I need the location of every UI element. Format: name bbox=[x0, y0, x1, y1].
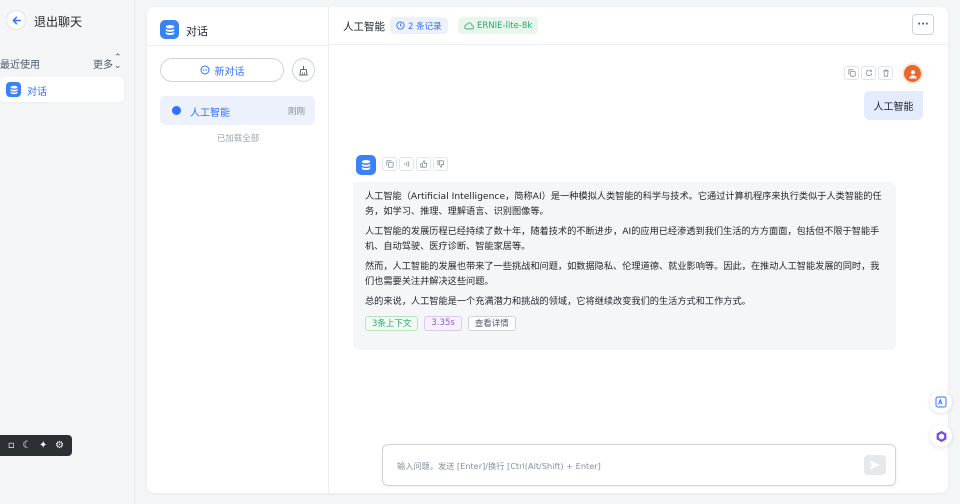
chat-item-name: 人工智能 bbox=[190, 108, 230, 119]
ai-paragraph: 总的来说，人工智能是一个充满潜力和挑战的领域，它将继续改变我们的生活方式和工作方… bbox=[365, 296, 751, 307]
ai-message-actions bbox=[382, 157, 448, 171]
conversation-panel: 人工智能 2 条记录 ERNIE-lite-8k ··· 人工智能 人工智能（A… bbox=[329, 7, 948, 493]
database-icon bbox=[160, 20, 179, 39]
floating-toolbar: ▫ ☾ ✦ ⚙ bbox=[0, 435, 72, 456]
copy-button[interactable] bbox=[844, 66, 859, 80]
like-button[interactable] bbox=[416, 157, 431, 171]
recent-label: 最近使用 bbox=[0, 60, 40, 71]
copy-button[interactable] bbox=[382, 157, 397, 171]
ai-paragraph: 然而，人工智能的发展也带来了一些挑战和问题，如数据隐私、伦理道德、就业影响等。因… bbox=[365, 261, 880, 287]
send-button[interactable] bbox=[864, 455, 886, 475]
chat-list-title: 对话 bbox=[186, 25, 208, 38]
database-icon bbox=[6, 82, 21, 97]
main-card: 对话 新对话 人工智能 刚刚 已加载全部 人工智能 2 条记录 ERNIE-li… bbox=[147, 7, 948, 493]
chat-bubble-icon bbox=[200, 65, 209, 75]
ai-avatar bbox=[356, 155, 376, 175]
loaded-all-text: 已加载全部 bbox=[216, 134, 260, 144]
arrow-left-icon bbox=[12, 16, 21, 24]
broom-icon bbox=[299, 65, 308, 76]
refresh-icon bbox=[865, 69, 872, 77]
model-badge: ERNIE-lite-8k bbox=[458, 17, 539, 34]
cloud-icon bbox=[464, 21, 474, 29]
user-avatar bbox=[902, 63, 923, 84]
model-badge-label: ERNIE-lite-8k bbox=[477, 20, 533, 31]
gear-icon[interactable]: ⚙ bbox=[55, 440, 64, 451]
dislike-button[interactable] bbox=[433, 157, 448, 171]
trash-icon bbox=[882, 69, 889, 77]
translate-float-button[interactable] bbox=[930, 391, 952, 413]
context-tag[interactable]: 3条上下文 bbox=[365, 315, 419, 331]
conversation-title: 人工智能 bbox=[343, 21, 385, 33]
chat-dot-icon bbox=[172, 106, 181, 115]
database-icon bbox=[361, 159, 371, 171]
ellipsis-icon: ··· bbox=[917, 19, 929, 30]
thumbs-up-icon bbox=[419, 160, 427, 168]
sort-caret-icon[interactable]: ⌃ ⌄ bbox=[114, 54, 122, 71]
user-message-bubble: 人工智能 bbox=[864, 91, 923, 120]
delete-button[interactable] bbox=[878, 66, 893, 80]
ai-message-bubble: 人工智能（Artificial Intelligence，简称AI）是一种模拟人… bbox=[353, 182, 896, 350]
user-message-actions bbox=[844, 66, 893, 80]
new-chat-label: 新对话 bbox=[214, 66, 245, 78]
back-button[interactable] bbox=[6, 10, 26, 30]
copy-icon bbox=[385, 160, 394, 168]
copy-icon bbox=[847, 69, 856, 77]
view-details-button[interactable]: 查看详情 bbox=[467, 315, 516, 331]
send-icon bbox=[870, 460, 880, 470]
duration-tag: 3.35s bbox=[424, 315, 462, 331]
back-title[interactable]: 退出聊天 bbox=[34, 13, 82, 30]
clear-history-button[interactable] bbox=[292, 58, 315, 82]
speaker-icon bbox=[403, 160, 409, 168]
clock-icon bbox=[396, 21, 405, 30]
response-tags: 3条上下文 3.35s 查看详情 bbox=[365, 315, 884, 331]
read-aloud-button[interactable] bbox=[399, 157, 414, 171]
more-button[interactable]: 更多 bbox=[93, 56, 113, 71]
recent-item-chat[interactable]: 对话 bbox=[0, 77, 124, 102]
ai-paragraph: 人工智能的发展历程已经持续了数十年，随着技术的不断进步，AI的应用已经渗透到我们… bbox=[365, 226, 880, 252]
ai-paragraph: 人工智能（Artificial Intelligence，简称AI）是一种模拟人… bbox=[365, 191, 882, 217]
more-menu-button[interactable]: ··· bbox=[912, 14, 934, 35]
translate-icon bbox=[935, 396, 947, 408]
message-input[interactable] bbox=[397, 457, 847, 475]
new-chat-button[interactable]: 新对话 bbox=[160, 58, 284, 82]
hexagon-logo-icon bbox=[936, 430, 946, 442]
records-badge-label: 2 条记录 bbox=[408, 21, 442, 32]
thumbs-down-icon bbox=[436, 160, 444, 168]
sparkle-icon[interactable]: ✦ bbox=[39, 440, 47, 451]
recent-item-label: 对话 bbox=[27, 87, 47, 98]
chat-list-item[interactable]: 人工智能 刚刚 bbox=[160, 96, 315, 125]
chat-list-panel: 对话 新对话 人工智能 刚刚 已加载全部 bbox=[147, 7, 329, 493]
user-icon bbox=[908, 69, 917, 78]
records-badge: 2 条记录 bbox=[390, 17, 448, 34]
square-icon[interactable]: ▫ bbox=[8, 440, 15, 451]
assistant-float-button[interactable] bbox=[930, 425, 952, 447]
divider bbox=[147, 45, 329, 46]
left-sidebar: 退出聊天 最近使用 更多 ⌃ ⌄ 对话 ▫ ☾ ✦ ⚙ bbox=[0, 0, 135, 504]
moon-icon[interactable]: ☾ bbox=[22, 440, 31, 451]
chat-item-time: 刚刚 bbox=[288, 107, 306, 117]
conversation-header: 人工智能 2 条记录 ERNIE-lite-8k ··· bbox=[329, 7, 948, 45]
message-input-box bbox=[382, 444, 896, 486]
regenerate-button[interactable] bbox=[861, 66, 876, 80]
